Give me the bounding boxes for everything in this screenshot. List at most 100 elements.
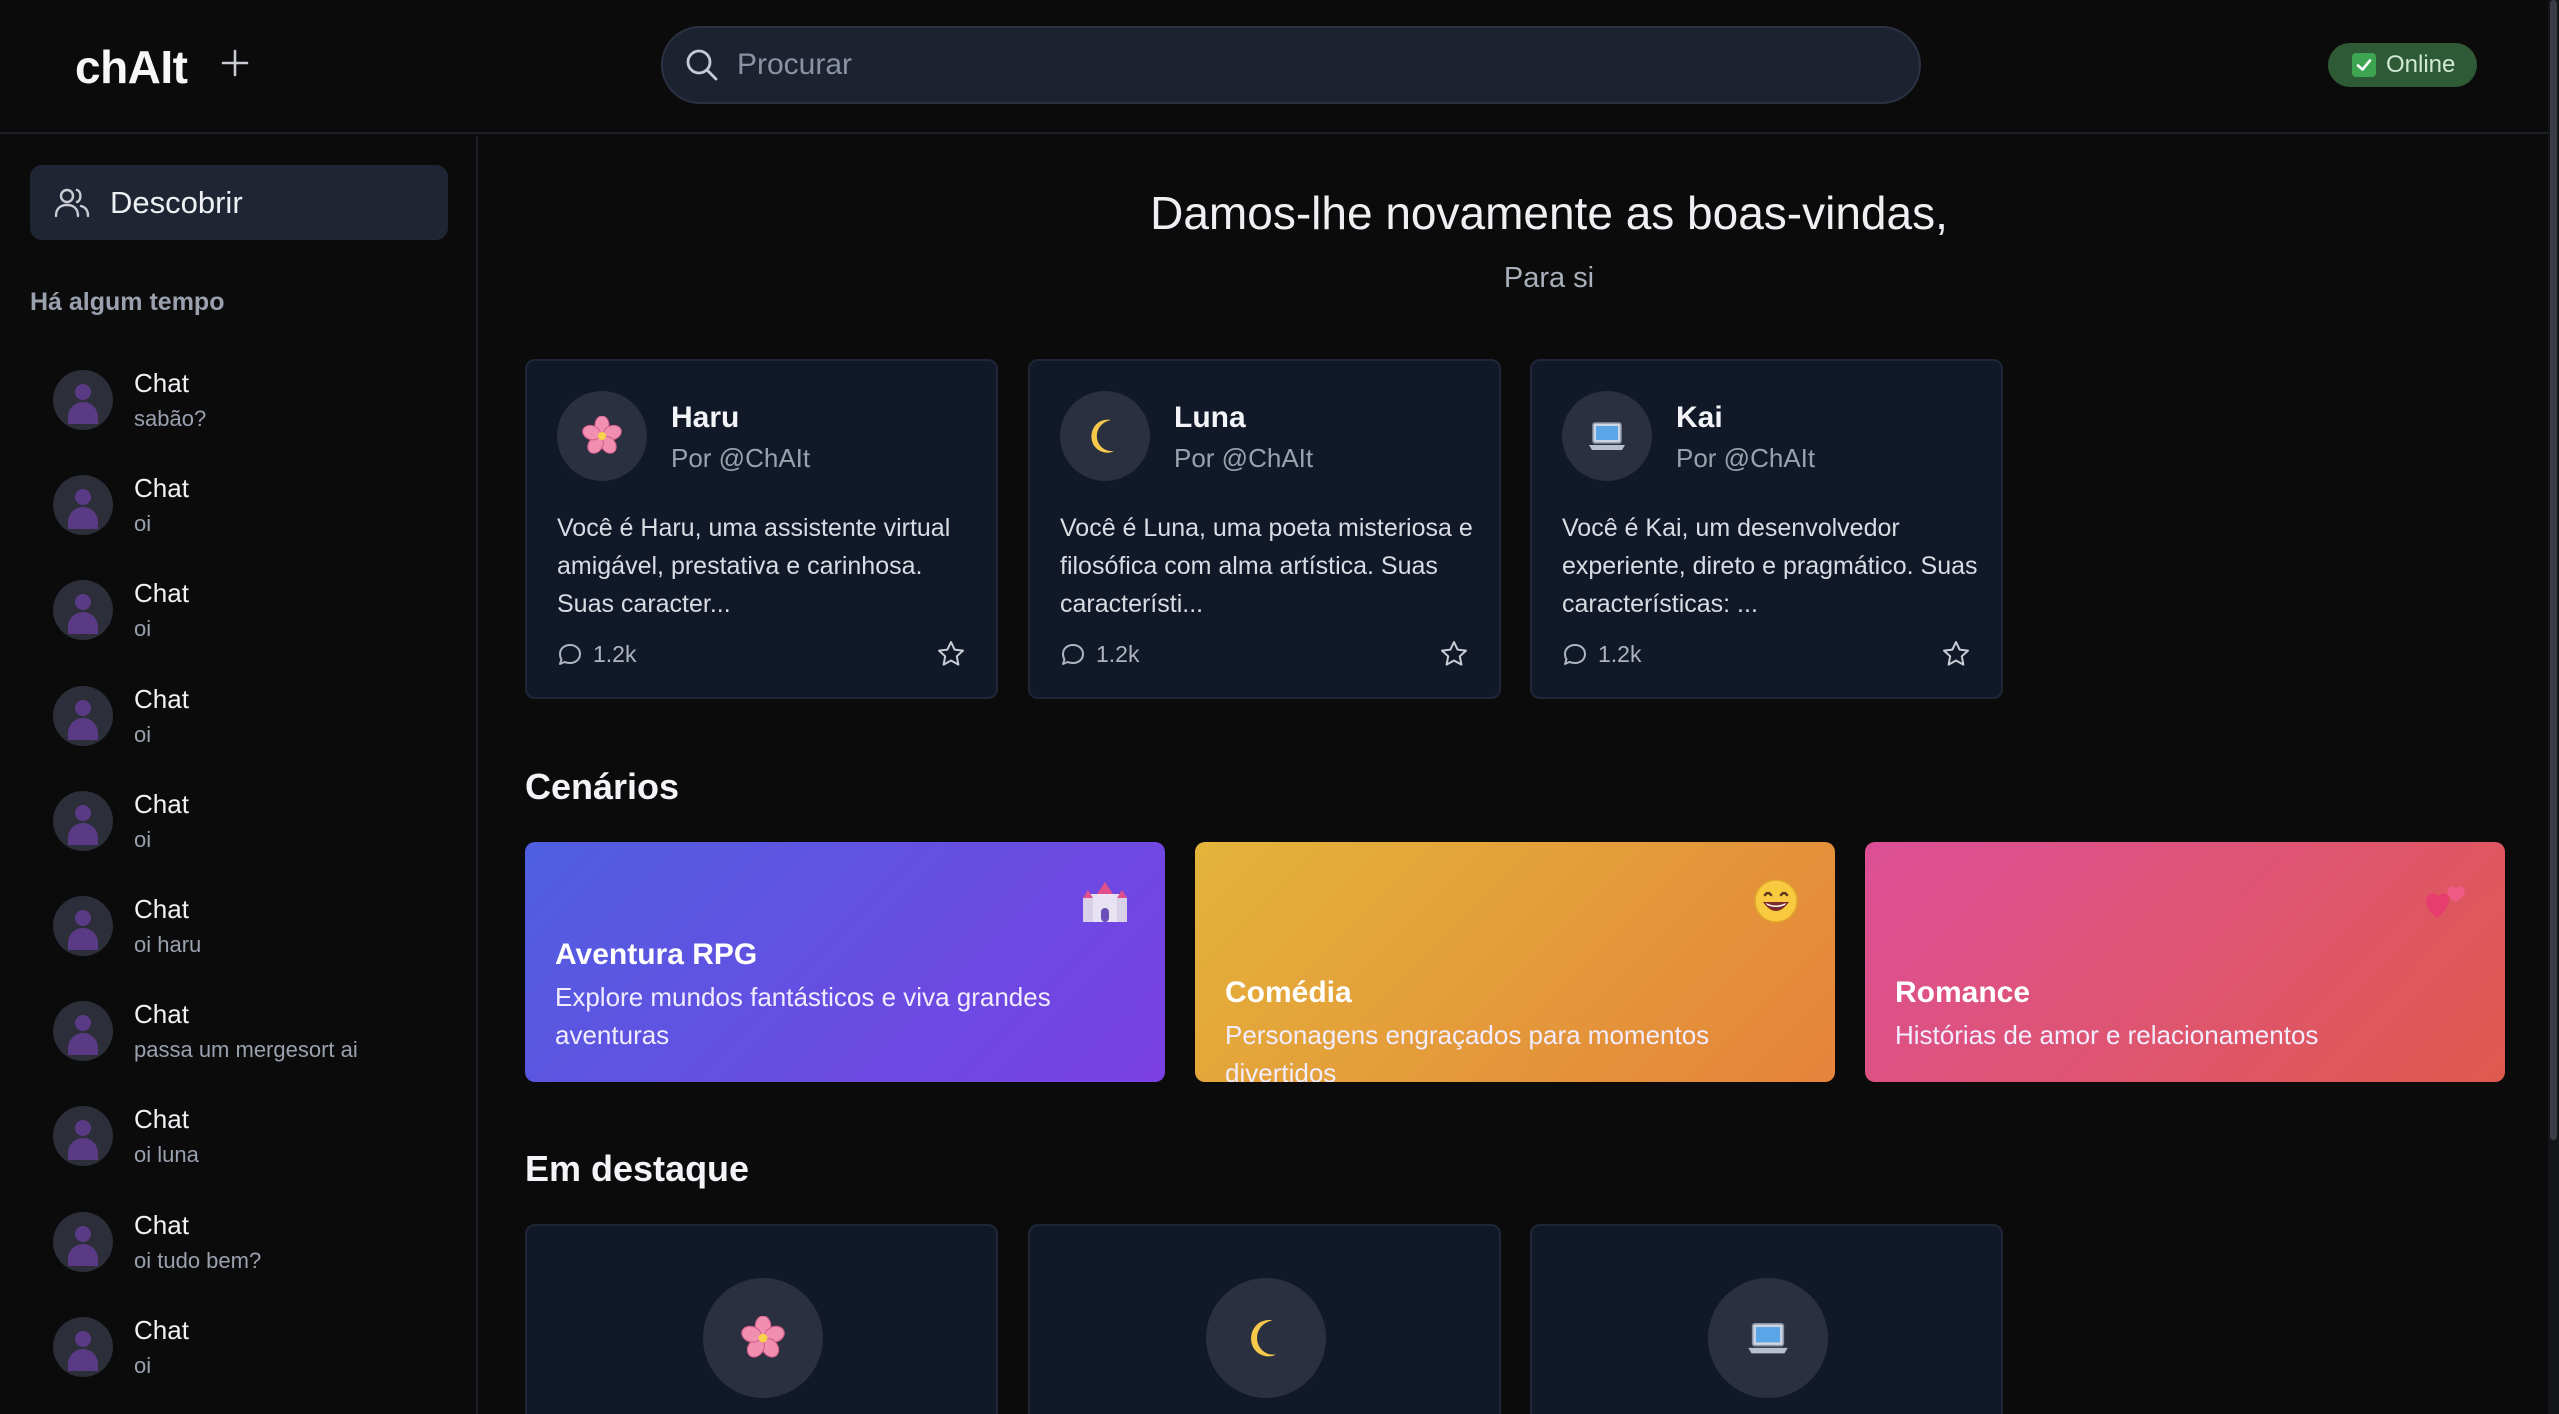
featured-card-haru[interactable]: [525, 1224, 998, 1414]
chat-count-label: 1.2k: [1598, 641, 1642, 667]
sidebar-item-discover[interactable]: Descobrir: [30, 165, 448, 240]
chat-title: Chat: [134, 1104, 189, 1135]
avatar: [53, 580, 113, 641]
star-icon[interactable]: [1941, 639, 1971, 669]
scenario-card-romance[interactable]: Romance Histórias de amor e relacionamen…: [1865, 842, 2505, 1082]
chat-count-label: 1.2k: [1096, 641, 1140, 667]
avatar: [53, 1001, 113, 1062]
chat-title: Chat: [134, 473, 189, 504]
chat-count: 1.2k: [1562, 641, 1641, 668]
character-card-luna[interactable]: Luna Por @ChAIt Você é Luna, uma poeta m…: [1028, 359, 1501, 699]
cherry-blossom-icon: [703, 1278, 823, 1398]
checkbox-icon: [2352, 53, 2376, 77]
chat-title: Chat: [134, 1209, 189, 1240]
users-icon: [54, 188, 90, 217]
list-item[interactable]: Chat passa um mergesort ai: [0, 987, 476, 1092]
chat-preview: oi tudo bem?: [134, 1247, 262, 1273]
avatar: [53, 1316, 113, 1377]
avatar: [53, 790, 113, 851]
star-icon[interactable]: [936, 639, 966, 669]
message-icon: [1564, 643, 1586, 665]
chat-preview: oi: [134, 511, 152, 537]
avatar: [53, 370, 113, 430]
search-bar[interactable]: [661, 26, 1921, 104]
chat-preview: oi: [134, 1352, 152, 1378]
list-item[interactable]: Chat oi tudo bem?: [0, 1198, 476, 1303]
character-author: Por @ChAIt: [671, 443, 811, 473]
chat-preview: passa um mergesort ai: [134, 1037, 358, 1063]
chat-history-list: Chat sabão? Chat oi Chat oi Chat oi Chat…: [0, 356, 476, 1408]
list-item[interactable]: Chat oi: [0, 777, 476, 882]
character-card-haru[interactable]: Haru Por @ChAIt Você é Haru, uma assiste…: [525, 359, 998, 699]
list-item[interactable]: Chat oi: [0, 566, 476, 671]
character-name: Haru: [671, 401, 740, 434]
avatar: [53, 475, 113, 536]
avatar: [53, 685, 113, 746]
page-scrollbar[interactable]: [2548, 0, 2559, 1414]
castle-icon: [1083, 882, 1127, 922]
crescent-moon-icon: [1060, 391, 1150, 481]
avatar: [53, 895, 113, 956]
featured-heading: Em destaque: [525, 1148, 750, 1189]
app-logo[interactable]: chAIt: [75, 40, 188, 94]
status-label: Online: [2386, 51, 2456, 78]
cherry-blossom-icon: [557, 391, 647, 481]
chat-title: Chat: [134, 893, 189, 924]
message-icon: [559, 643, 581, 665]
character-card-kai[interactable]: Kai Por @ChAIt Você é Kai, um desenvolve…: [1530, 359, 2003, 699]
chat-count: 1.2k: [557, 641, 636, 668]
list-item[interactable]: Chat sabão?: [0, 356, 476, 461]
list-item[interactable]: Chat oi: [0, 1303, 476, 1408]
chat-count: 1.2k: [1060, 641, 1139, 668]
featured-card-kai[interactable]: [1530, 1224, 2003, 1414]
sidebar-item-label: Descobrir: [110, 184, 243, 220]
chat-title: Chat: [134, 578, 189, 609]
character-description: Você é Kai, um desenvolvedor experiente,…: [1562, 514, 1978, 618]
chat-preview: oi luna: [134, 1142, 199, 1168]
scenario-card-comedy[interactable]: Comédia Personagens engraçados para mome…: [1195, 842, 1835, 1082]
page-title: Damos-lhe novamente as boas-vindas,: [1150, 187, 1948, 239]
crescent-moon-icon: [1206, 1278, 1326, 1398]
chat-preview: sabão?: [134, 406, 207, 431]
chat-preview: oi haru: [134, 931, 202, 957]
character-author: Por @ChAIt: [1676, 443, 1816, 473]
scrollbar-thumb[interactable]: [2550, 0, 2557, 1140]
laughing-face-icon: [1754, 879, 1798, 923]
scenario-card-rpg[interactable]: Aventura RPG Explore mundos fantásticos …: [525, 842, 1165, 1082]
sidebar: Descobrir Há algum tempo Chat sabão? Cha…: [0, 136, 478, 1414]
plus-icon: [221, 49, 249, 77]
list-item[interactable]: Chat oi haru: [0, 882, 476, 987]
chat-title: Chat: [134, 683, 189, 714]
avatar: [53, 1211, 113, 1272]
main-content: Damos-lhe novamente as boas-vindas, Para…: [480, 136, 2548, 1414]
character-author: Por @ChAIt: [1174, 443, 1314, 473]
star-icon[interactable]: [1439, 639, 1469, 669]
status-badge: Online: [2328, 43, 2478, 87]
chat-count-label: 1.2k: [593, 641, 637, 667]
two-hearts-icon: [2425, 886, 2465, 918]
list-item[interactable]: Chat oi: [0, 461, 476, 566]
laptop-icon: [1562, 391, 1652, 481]
character-name: Luna: [1174, 401, 1246, 434]
message-icon: [1062, 643, 1084, 665]
featured-card-luna[interactable]: [1028, 1224, 1501, 1414]
list-item[interactable]: Chat oi luna: [0, 1092, 476, 1197]
character-description: Você é Luna, uma poeta misteriosa e filo…: [1060, 514, 1473, 618]
new-chat-button[interactable]: [212, 40, 258, 86]
avatar: [53, 1106, 113, 1167]
list-item[interactable]: Chat oi: [0, 672, 476, 777]
chat-preview: oi: [134, 616, 152, 642]
chat-title: Chat: [134, 1314, 189, 1345]
history-section-title: Há algum tempo: [30, 288, 225, 316]
chat-preview: oi: [134, 721, 152, 747]
search-icon: [686, 49, 718, 81]
character-name: Kai: [1676, 401, 1723, 434]
scenario-description: Explore mundos fantásticos e viva grande…: [555, 982, 1051, 1050]
top-bar: chAIt Online: [0, 0, 2559, 134]
page-subtitle: Para si: [1503, 262, 1595, 294]
chat-preview: oi: [134, 826, 152, 852]
search-input[interactable]: [737, 48, 1837, 82]
scenarios-heading: Cenários: [525, 766, 680, 807]
chat-title: Chat: [134, 788, 189, 819]
chat-title: Chat: [134, 999, 189, 1030]
